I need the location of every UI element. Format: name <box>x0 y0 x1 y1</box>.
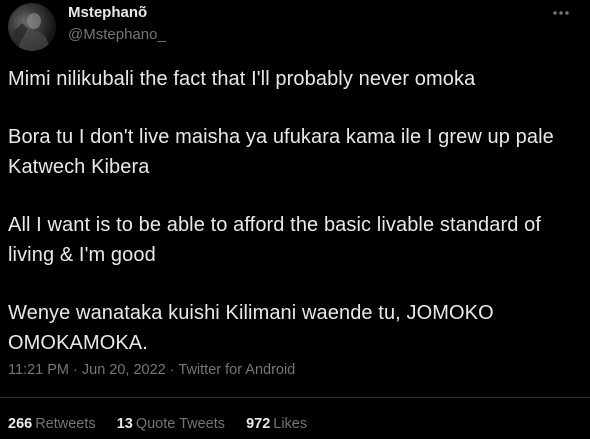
user-info: Mstephanõ @Mstephano_ <box>68 4 166 44</box>
likes-count: 972 <box>246 416 271 432</box>
tweet-paragraph: Wenye wanataka kuishi Kilimani waende tu… <box>8 302 494 354</box>
tweet-source[interactable]: Twitter for Android <box>178 362 295 378</box>
tweet-text: Mimi nilikubali the fact that I'll proba… <box>8 64 582 386</box>
retweets-stat[interactable]: 266 Retweets <box>8 414 96 434</box>
tweet-paragraph: Mimi nilikubali the fact that I'll proba… <box>8 68 476 90</box>
display-name[interactable]: Mstephanõ <box>68 4 166 22</box>
meta-separator: · <box>73 362 82 378</box>
likes-stat[interactable]: 972 Likes <box>246 414 307 434</box>
tweet-paragraph: All I want is to be able to afford the b… <box>8 214 542 266</box>
likes-label: Likes <box>273 416 308 432</box>
tweet-header: Mstephanõ @Mstephano_ <box>8 0 582 60</box>
user-handle[interactable]: @Mstephano_ <box>68 26 166 44</box>
tweet-time[interactable]: 11:21 PM <box>8 362 69 378</box>
retweets-count: 266 <box>8 416 33 432</box>
tweet-card: Mstephanõ @Mstephano_ Mimi nilikubali th… <box>0 0 590 439</box>
stats-divider <box>0 397 590 398</box>
quote-tweets-count: 13 <box>116 416 133 432</box>
avatar[interactable] <box>8 3 56 51</box>
quote-tweets-stat[interactable]: 13 Quote Tweets <box>117 414 225 434</box>
retweets-label: Retweets <box>35 416 96 432</box>
tweet-meta: 11:21 PM · Jun 20, 2022 · Twitter for An… <box>8 360 295 380</box>
tweet-date[interactable]: Jun 20, 2022 <box>82 362 166 378</box>
tweet-stats: 266 Retweets 13 Quote Tweets 972 Likes <box>8 414 324 434</box>
more-button[interactable] <box>546 0 576 26</box>
more-horizontal-icon <box>552 10 570 16</box>
tweet-paragraph: Bora tu I don't live maisha ya ufukara k… <box>8 126 554 178</box>
quote-tweets-label: Quote Tweets <box>135 416 226 432</box>
